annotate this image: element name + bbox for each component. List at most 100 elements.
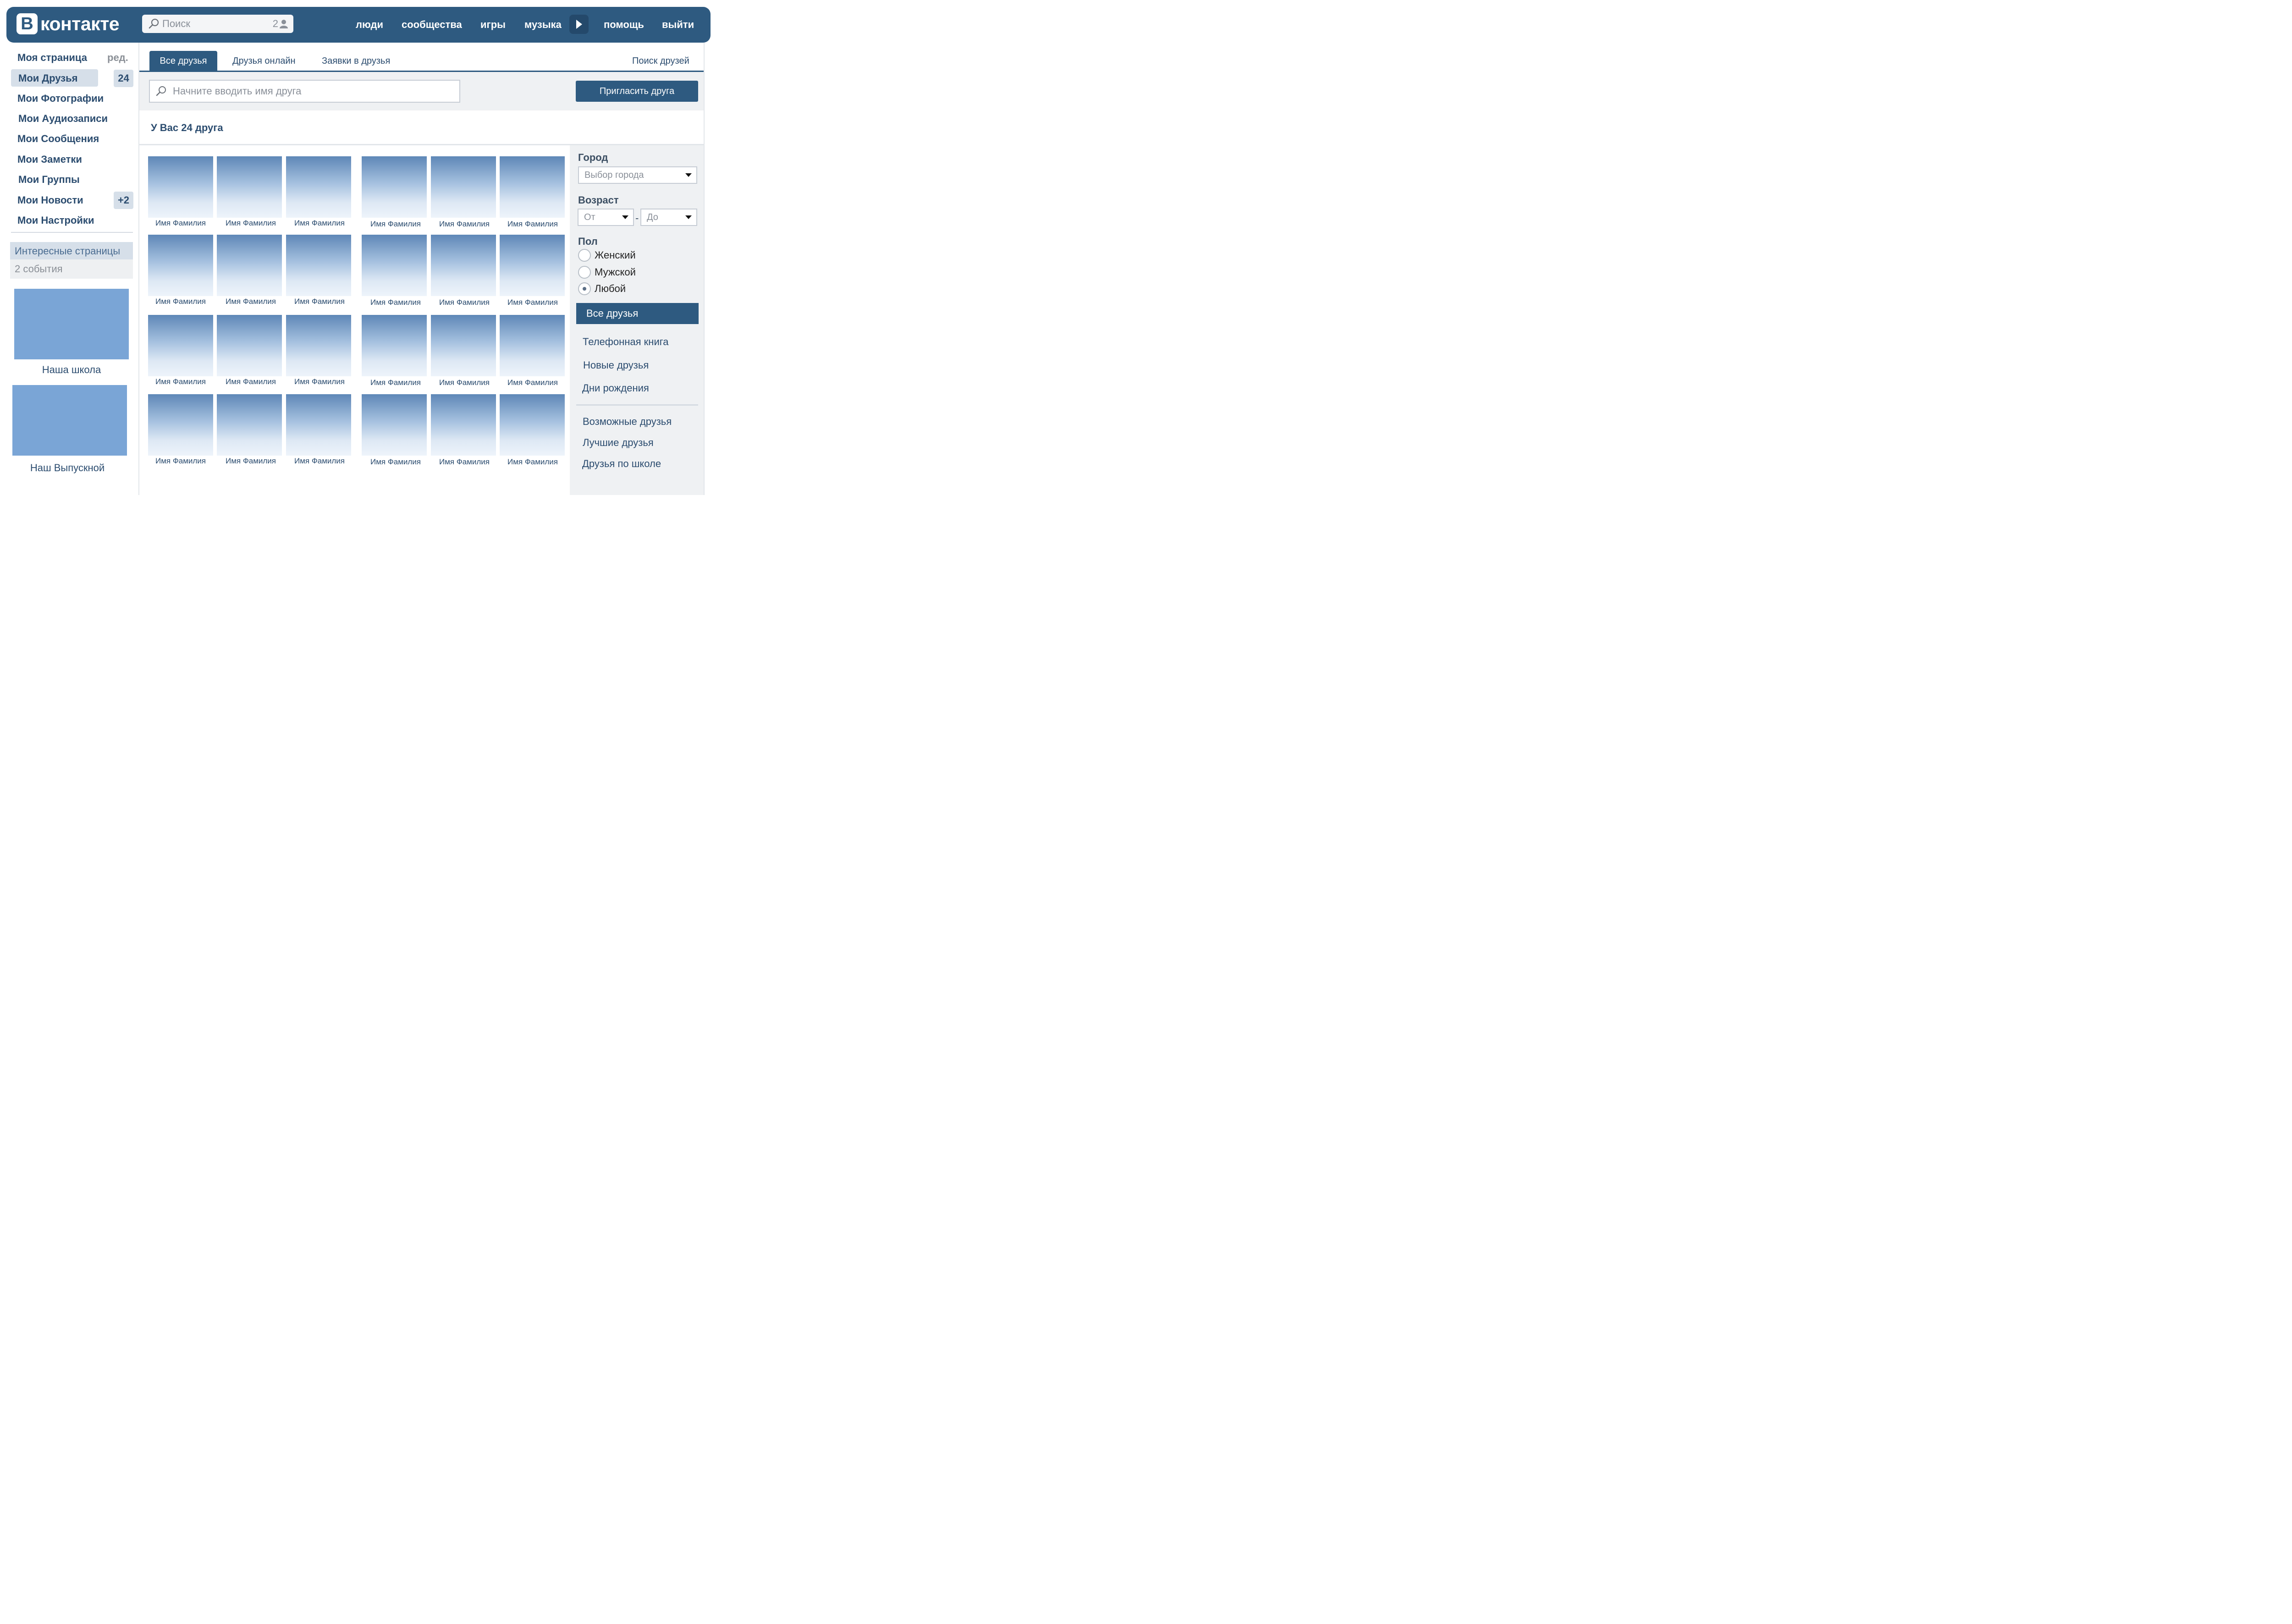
friend-name[interactable]: Имя Фамилия — [281, 457, 358, 466]
list-phonebook[interactable]: Телефонная книга — [583, 336, 669, 348]
radio-button[interactable] — [578, 249, 591, 262]
friend-name[interactable]: Имя Фамилия — [494, 457, 572, 467]
sidebar-item-my-page[interactable]: Моя страница — [17, 52, 87, 64]
friend-name[interactable]: Имя Фамилия — [281, 297, 358, 306]
friend-name[interactable]: Имя Фамилия — [425, 457, 503, 467]
friend-photo[interactable] — [362, 156, 427, 218]
friend-photo[interactable] — [286, 156, 351, 218]
header-search-input[interactable] — [162, 18, 263, 30]
gender-any-option[interactable]: Любой — [578, 282, 626, 295]
tab-friend-requests[interactable]: Заявки в друзья — [322, 51, 390, 71]
events-count[interactable]: 2 события — [15, 263, 63, 275]
friend-photo[interactable] — [431, 394, 496, 456]
nav-communities[interactable]: сообщества — [402, 7, 462, 43]
graduation-page-image[interactable] — [12, 385, 127, 456]
friend-photo[interactable] — [362, 315, 427, 376]
interesting-pages-title[interactable]: Интересные страницы — [10, 242, 133, 259]
friend-name[interactable]: Имя Фамилия — [357, 298, 435, 307]
sidebar-item-notes[interactable]: Мои Заметки — [17, 154, 82, 165]
school-page-caption[interactable]: Наша школа — [14, 364, 129, 376]
friend-search-input[interactable] — [173, 85, 448, 97]
friend-photo[interactable] — [500, 394, 565, 456]
school-page-image[interactable] — [14, 289, 129, 359]
friend-photo[interactable] — [286, 394, 351, 456]
invite-friend-button[interactable]: Пригласить друга — [576, 81, 698, 102]
list-birthdays[interactable]: Дни рождения — [582, 382, 649, 394]
friend-name[interactable]: Имя Фамилия — [142, 219, 220, 228]
sidebar-item-settings[interactable]: Мои Настройки — [17, 215, 94, 226]
age-from-select[interactable]: От — [578, 209, 634, 226]
sidebar-item-messages[interactable]: Мои Сообщения — [17, 133, 99, 145]
radio-button[interactable] — [578, 266, 591, 279]
friend-search-box[interactable] — [149, 80, 460, 103]
friend-name[interactable]: Имя Фамилия — [281, 219, 358, 228]
list-all-friends[interactable]: Все друзья — [576, 303, 699, 324]
friend-name[interactable]: Имя Фамилия — [212, 377, 290, 386]
gender-male-option[interactable]: Мужской — [578, 266, 636, 279]
friend-name[interactable]: Имя Фамилия — [142, 377, 220, 386]
online-count[interactable]: 2 — [273, 18, 288, 30]
list-new-friends[interactable]: Новые друзья — [583, 359, 649, 371]
friend-photo[interactable] — [148, 156, 213, 218]
friend-photo[interactable] — [362, 235, 427, 296]
gender-female-option[interactable]: Женский — [578, 249, 636, 262]
logo[interactable]: B контакте — [17, 12, 120, 35]
friend-photo[interactable] — [148, 315, 213, 376]
friend-photo[interactable] — [500, 235, 565, 296]
list-school-friends[interactable]: Друзья по школе — [582, 458, 661, 470]
friend-name[interactable]: Имя Фамилия — [212, 457, 290, 466]
list-possible-friends[interactable]: Возможные друзья — [583, 416, 672, 428]
sidebar-item-friends[interactable]: Мои Друзья — [18, 72, 77, 84]
friend-name[interactable]: Имя Фамилия — [425, 378, 503, 387]
find-friends-link[interactable]: Поиск друзей — [632, 51, 689, 71]
friend-name[interactable]: Имя Фамилия — [142, 457, 220, 466]
radio-button-selected[interactable] — [578, 282, 591, 295]
nav-music[interactable]: музыка — [524, 7, 562, 43]
graduation-page-caption[interactable]: Наш Выпускной — [10, 462, 125, 474]
friend-name[interactable]: Имя Фамилия — [494, 298, 572, 307]
friend-name[interactable]: Имя Фамилия — [212, 219, 290, 228]
friend-photo[interactable] — [286, 315, 351, 376]
friend-photo[interactable] — [500, 156, 565, 218]
nav-logout[interactable]: выйти — [662, 7, 694, 43]
friend-photo[interactable] — [431, 156, 496, 218]
friend-name[interactable]: Имя Фамилия — [357, 457, 435, 467]
news-count-badge[interactable]: +2 — [114, 192, 133, 209]
friend-name[interactable]: Имя Фамилия — [494, 220, 572, 229]
friend-photo[interactable] — [217, 235, 282, 296]
age-to-select[interactable]: До — [640, 209, 697, 226]
friend-name[interactable]: Имя Фамилия — [142, 297, 220, 306]
city-select[interactable]: Выбор города — [578, 166, 697, 184]
friends-count-badge[interactable]: 24 — [114, 70, 133, 87]
friend-name[interactable]: Имя Фамилия — [425, 298, 503, 307]
list-best-friends[interactable]: Лучшие друзья — [583, 437, 654, 449]
friend-photo[interactable] — [362, 394, 427, 456]
friend-photo[interactable] — [431, 315, 496, 376]
nav-people[interactable]: люди — [356, 7, 383, 43]
tab-friends-online[interactable]: Друзья онлайн — [232, 51, 296, 71]
sidebar-item-news[interactable]: Мои Новости — [17, 194, 83, 206]
friend-name[interactable]: Имя Фамилия — [357, 378, 435, 387]
tab-all-friends[interactable]: Все друзья — [149, 51, 217, 71]
edit-link[interactable]: ред. — [107, 52, 128, 64]
sidebar-item-groups[interactable]: Мои Группы — [18, 174, 80, 186]
header-search[interactable]: 2 — [142, 15, 293, 33]
friend-photo[interactable] — [286, 235, 351, 296]
friend-name[interactable]: Имя Фамилия — [425, 220, 503, 229]
nav-games[interactable]: игры — [480, 7, 506, 43]
friend-name[interactable]: Имя Фамилия — [494, 378, 572, 387]
friend-photo[interactable] — [431, 235, 496, 296]
friend-name[interactable]: Имя Фамилия — [212, 297, 290, 306]
friend-photo[interactable] — [217, 394, 282, 456]
friend-photo[interactable] — [500, 315, 565, 376]
sidebar-item-audio[interactable]: Мои Аудиозаписи — [18, 113, 108, 125]
friend-photo[interactable] — [148, 235, 213, 296]
friend-name[interactable]: Имя Фамилия — [357, 220, 435, 229]
friend-photo[interactable] — [217, 315, 282, 376]
friend-photo[interactable] — [148, 394, 213, 456]
nav-help[interactable]: помощь — [604, 7, 644, 43]
friend-name[interactable]: Имя Фамилия — [281, 377, 358, 386]
sidebar-item-photos[interactable]: Мои Фотографии — [17, 93, 104, 105]
music-play-button[interactable] — [569, 15, 589, 34]
friend-photo[interactable] — [217, 156, 282, 218]
